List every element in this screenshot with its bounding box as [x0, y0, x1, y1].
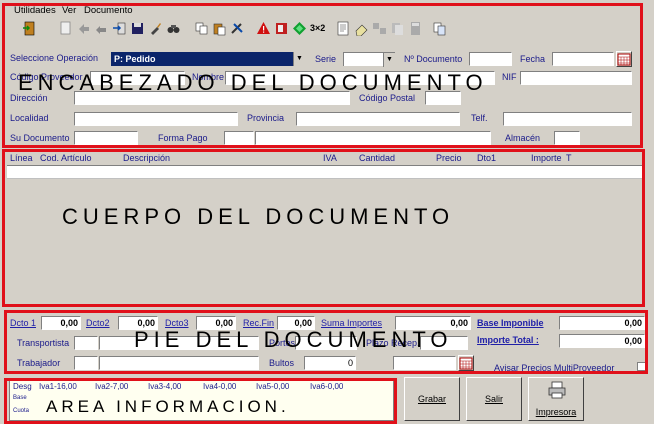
info-overlay-text: AREA INFORMACION. — [46, 397, 290, 416]
salir-button[interactable]: Salir — [466, 377, 522, 421]
grabar-button[interactable]: Grabar — [404, 377, 460, 421]
printer-icon — [548, 381, 566, 401]
header-overlay-text: ENCABEZADO DEL DOCUMENTO — [18, 70, 488, 95]
impresora-label: Impresora — [535, 407, 577, 417]
footer-overlay-text: PIE DEL DOCUMENTO — [134, 327, 453, 352]
impresora-button[interactable]: Impresora — [528, 377, 584, 421]
body-overlay-text: CUERPO DEL DOCUMENTO — [62, 204, 455, 229]
